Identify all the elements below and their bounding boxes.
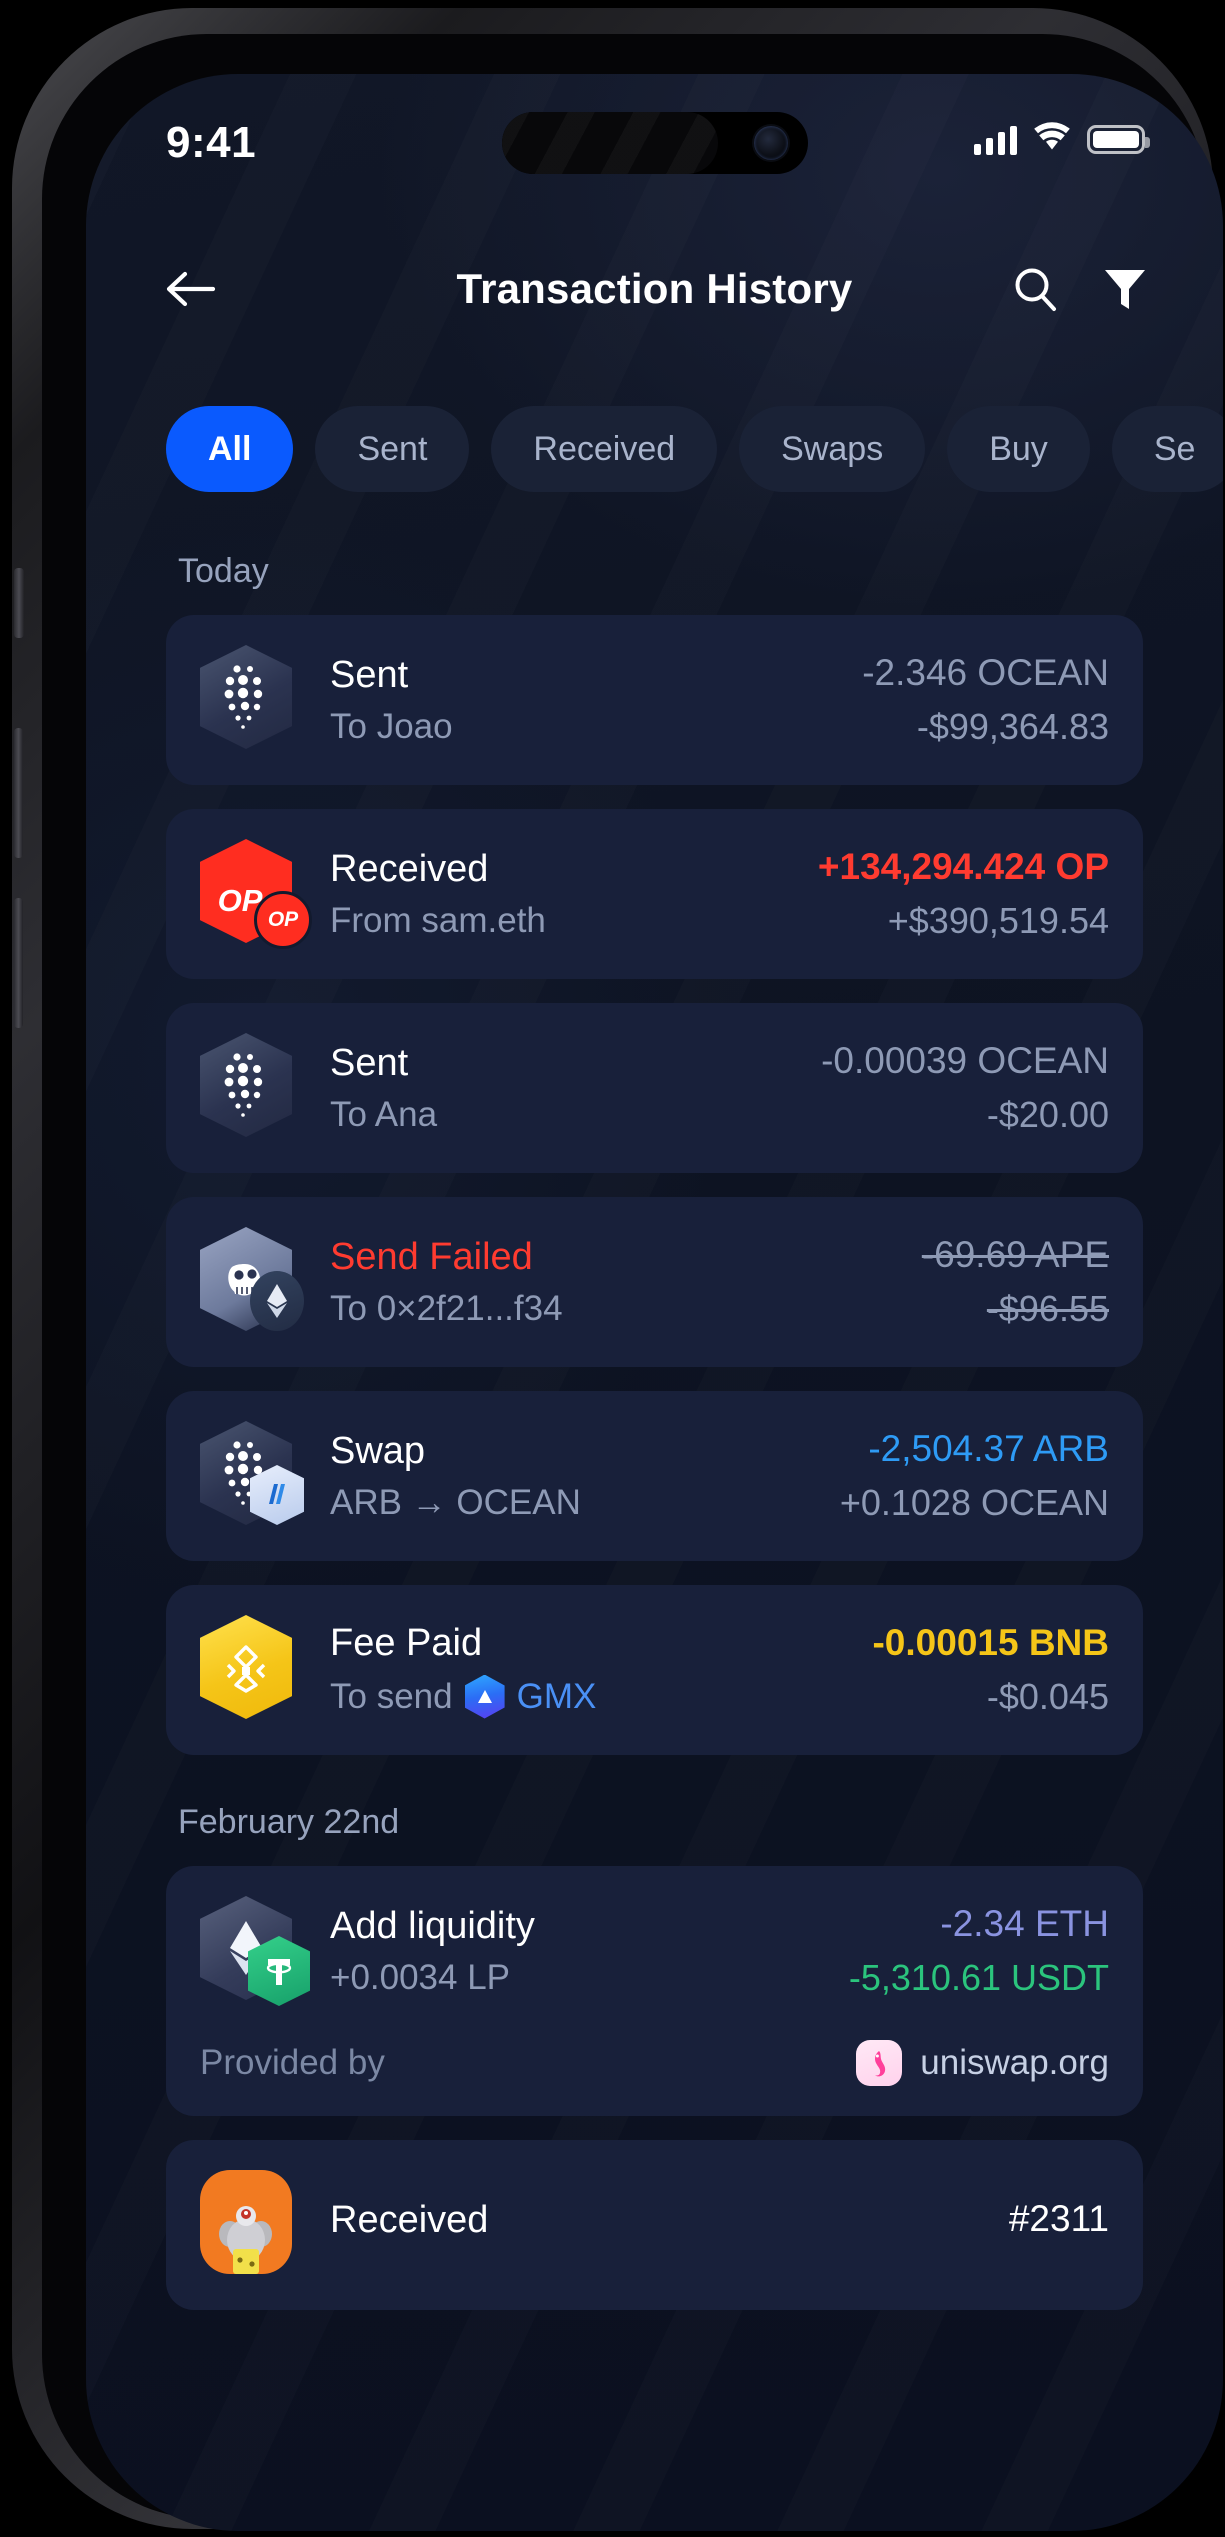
transaction-row[interactable]: Add liquidity +0.0034 LP -2.34 ETH -5,31… [166, 1866, 1143, 2116]
transaction-amount: #2311 [1008, 2198, 1109, 2239]
filter-chips[interactable]: All Sent Received Swaps Buy Se [86, 394, 1223, 504]
transaction-amount: -0.00015 BNB [872, 1622, 1109, 1663]
island-pill [501, 112, 718, 174]
silent-switch[interactable] [14, 568, 24, 638]
chip-swaps[interactable]: Swaps [739, 406, 926, 492]
transaction-subtitle-link[interactable]: GMX [517, 1677, 597, 1717]
phone-screen: 9:41 Transaction History All Sent Receiv… [86, 74, 1223, 2531]
search-icon[interactable] [1009, 263, 1061, 315]
volume-down-button[interactable] [14, 898, 23, 1028]
ethereum-token-icon [200, 1896, 310, 2006]
header-actions [1009, 263, 1151, 315]
transaction-list[interactable]: Today Sent To Joao -2.346 OCEAN -$99,364… [86, 504, 1223, 2531]
transaction-subtitle: +0.0034 LP [330, 1957, 511, 1997]
transaction-row[interactable]: Sent To Ana -0.00039 OCEAN -$20.00 [166, 1003, 1143, 1173]
front-camera-icon [753, 126, 788, 160]
transaction-subtitle: To Ana [330, 1094, 438, 1134]
transaction-subtitle: To send GMX [330, 1674, 842, 1719]
chip-all[interactable]: All [166, 406, 294, 492]
transaction-row[interactable]: Fee Paid To send GMX -0.00015 BNB -$0.04… [166, 1585, 1143, 1755]
transaction-subtitle-prefix: To send [330, 1676, 453, 1716]
transaction-title: Swap [330, 1429, 426, 1472]
status-icons [974, 122, 1150, 157]
app-header: Transaction History [86, 234, 1223, 344]
transaction-fiat: -$20.00 [986, 1094, 1109, 1135]
section-label-today: Today [178, 552, 269, 590]
chip-sell[interactable]: Se [1111, 406, 1223, 492]
transaction-fiat: -$99,364.83 [916, 706, 1109, 747]
cellular-signal-icon [974, 125, 1017, 155]
transaction-amount: -2.346 OCEAN [862, 652, 1109, 693]
dynamic-island [501, 112, 808, 174]
optimism-token-icon: OP OP [200, 839, 312, 949]
transaction-amount: -69.69 APE [921, 1234, 1109, 1275]
transaction-title: Received [330, 847, 489, 890]
status-bar: 9:41 [86, 74, 1223, 224]
transaction-amount: -0.00039 OCEAN [821, 1040, 1109, 1081]
transaction-title: Fee Paid [330, 1621, 483, 1664]
phone-bezel: 9:41 Transaction History All Sent Receiv… [42, 34, 1223, 2531]
transaction-subtitle: To Joao [330, 706, 453, 746]
transaction-fiat: +0.1028 OCEAN [839, 1482, 1109, 1523]
chip-buy[interactable]: Buy [947, 406, 1090, 492]
transaction-title: Sent [330, 653, 409, 696]
battery-full-icon [1087, 125, 1150, 154]
provider-name[interactable]: uniswap.org [920, 2043, 1109, 2083]
wifi-icon [1033, 122, 1071, 157]
transaction-fiat: -$96.55 [986, 1288, 1109, 1329]
phone-frame: 9:41 Transaction History All Sent Receiv… [12, 8, 1223, 2531]
transaction-fiat: -5,310.61 USDT [848, 1957, 1109, 1998]
apecoin-token-icon [200, 1227, 304, 1337]
transaction-fiat: -$0.045 [986, 1676, 1109, 1717]
bnb-token-icon [200, 1615, 300, 1725]
transaction-title: Sent [330, 1041, 409, 1084]
transaction-amount: +134,294.424 OP [817, 846, 1109, 887]
transaction-row[interactable]: Sent To Joao -2.346 OCEAN -$99,364.83 [166, 615, 1143, 785]
transaction-row[interactable]: Send Failed To 0×2f21...f34 -69.69 APE -… [166, 1197, 1143, 1367]
uniswap-logo-icon [856, 2040, 903, 2086]
provided-by-label: Provided by [200, 2043, 385, 2082]
ocean-token-icon [200, 1033, 300, 1143]
transaction-row[interactable]: Swap ARB → OCEAN -2,504.37 ARB +0.1028 O… [166, 1391, 1143, 1561]
transaction-title: Send Failed [330, 1235, 533, 1278]
transaction-title: Add liquidity [330, 1904, 535, 1947]
transaction-row[interactable]: Received #2311 [166, 2140, 1143, 2310]
status-time: 9:41 [166, 118, 257, 167]
nft-mouse-icon [200, 2170, 300, 2280]
provided-by-row: Provided by uniswap.org [200, 2040, 1109, 2086]
transaction-amount: -2,504.37 ARB [868, 1428, 1109, 1469]
transaction-fiat: +$390,519.54 [887, 900, 1109, 941]
gmx-token-icon [464, 1674, 505, 1719]
chip-sent[interactable]: Sent [315, 406, 470, 492]
ocean-token-icon [200, 645, 300, 755]
transaction-subtitle: To 0×2f21...f34 [330, 1288, 563, 1328]
section-label-february: February 22nd [178, 1803, 400, 1841]
volume-up-button[interactable] [14, 728, 23, 858]
transaction-row[interactable]: OP OP Received From sam.eth +134,294.424… [166, 809, 1143, 979]
transaction-subtitle: ARB → OCEAN [330, 1482, 581, 1522]
ocean-token-icon [200, 1421, 304, 1531]
transaction-title: Received [330, 2198, 489, 2241]
transaction-amount: -2.34 ETH [940, 1903, 1109, 1944]
ethereum-chain-badge [250, 1271, 304, 1331]
transaction-subtitle: From sam.eth [330, 900, 546, 940]
chip-received[interactable]: Received [491, 406, 718, 492]
back-arrow-icon[interactable] [158, 257, 222, 321]
filter-funnel-icon[interactable] [1099, 263, 1151, 315]
